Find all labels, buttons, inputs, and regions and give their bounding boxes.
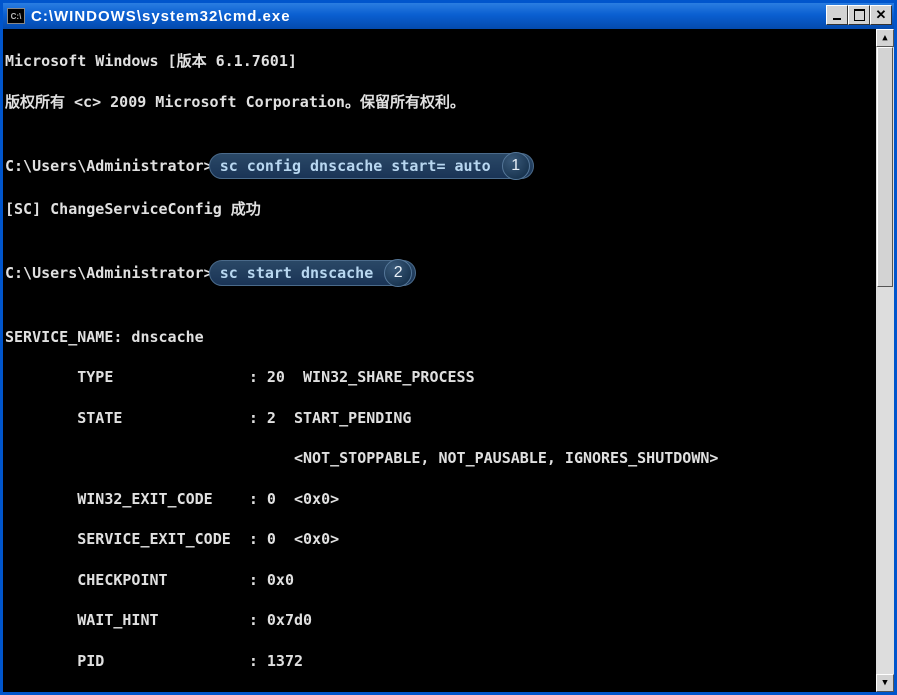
copyright-text: 版权所有 <c> 2009 Microsoft Corporation。保留所有…: [5, 92, 874, 112]
service-wait-hint: WAIT_HINT : 0x7d0: [5, 610, 874, 630]
service-exit-code: SERVICE_EXIT_CODE : 0 <0x0>: [5, 529, 874, 549]
maximize-button[interactable]: [848, 5, 870, 25]
command-2: sc start dnscache: [220, 264, 374, 282]
step-badge-2: 2: [384, 259, 412, 287]
scroll-thumb[interactable]: [877, 47, 893, 287]
terminal-output[interactable]: Microsoft Windows [版本 6.1.7601] 版权所有 <c>…: [3, 29, 876, 692]
response-1: [SC] ChangeServiceConfig 成功: [5, 199, 874, 219]
cmd-window: C:\ C:\WINDOWS\system32\cmd.exe ✕ Micros…: [0, 0, 897, 695]
prompt-line-2: C:\Users\Administrator>sc start dnscache…: [5, 260, 874, 286]
prompt-line-1: C:\Users\Administrator>sc config dnscach…: [5, 153, 874, 179]
scroll-track[interactable]: [876, 47, 894, 674]
service-state: STATE : 2 START_PENDING: [5, 408, 874, 428]
prompt-text: C:\Users\Administrator>: [5, 264, 213, 282]
window-controls: ✕: [826, 5, 892, 25]
content-area: Microsoft Windows [版本 6.1.7601] 版权所有 <c>…: [3, 29, 894, 692]
titlebar[interactable]: C:\ C:\WINDOWS\system32\cmd.exe ✕: [3, 3, 894, 29]
window-title: C:\WINDOWS\system32\cmd.exe: [31, 8, 291, 25]
service-name: SERVICE_NAME: dnscache: [5, 327, 874, 347]
step-badge-1: 1: [502, 152, 530, 180]
app-icon: C:\: [7, 8, 25, 24]
vertical-scrollbar[interactable]: ▲ ▼: [876, 29, 894, 692]
service-win32-exit: WIN32_EXIT_CODE : 0 <0x0>: [5, 489, 874, 509]
command-1: sc config dnscache start= auto: [220, 157, 491, 175]
scroll-up-button[interactable]: ▲: [876, 29, 894, 47]
service-state2: <NOT_STOPPABLE, NOT_PAUSABLE, IGNORES_SH…: [5, 448, 874, 468]
close-button[interactable]: ✕: [870, 5, 892, 25]
command-highlight-1: sc config dnscache start= auto 1: [209, 153, 534, 179]
service-type: TYPE : 20 WIN32_SHARE_PROCESS: [5, 367, 874, 387]
service-checkpoint: CHECKPOINT : 0x0: [5, 570, 874, 590]
minimize-button[interactable]: [826, 5, 848, 25]
scroll-down-button[interactable]: ▼: [876, 674, 894, 692]
version-text: Microsoft Windows [版本 6.1.7601]: [5, 51, 874, 71]
service-pid: PID : 1372: [5, 651, 874, 671]
service-flags: FLAGS :: [5, 691, 874, 692]
command-highlight-2: sc start dnscache 2: [209, 260, 417, 286]
prompt-text: C:\Users\Administrator>: [5, 157, 213, 175]
